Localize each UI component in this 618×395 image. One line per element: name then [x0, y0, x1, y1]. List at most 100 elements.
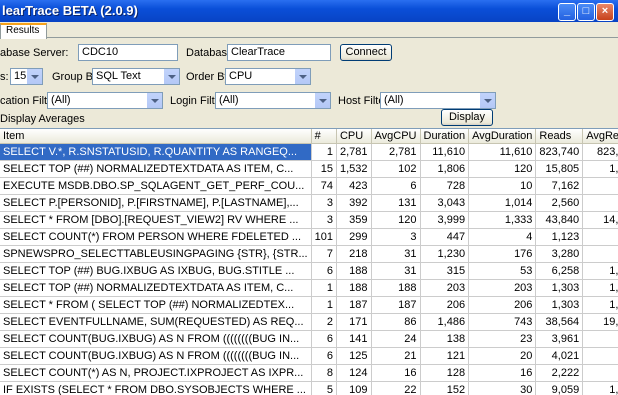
table-cell: 11,610	[420, 144, 469, 161]
table-cell-item: SELECT * FROM [DBO].[REQUEST_VIEW2] RV W…	[0, 212, 311, 229]
login-filter-value: (All)	[219, 94, 239, 106]
table-row[interactable]: SELECT TOP (##) NORMALIZEDTEXTDATA AS IT…	[0, 161, 618, 178]
app-filter-value: (All)	[51, 94, 71, 106]
table-cell: 16	[469, 365, 536, 382]
table-cell: 1,043	[583, 263, 618, 280]
table-cell: 1	[311, 280, 336, 297]
database-input[interactable]: ClearTrace	[227, 44, 331, 61]
table-cell: 1	[311, 144, 336, 161]
table-cell: 4	[469, 229, 536, 246]
maximize-icon[interactable]: □	[577, 3, 595, 21]
chevron-down-icon	[479, 93, 495, 108]
column-header[interactable]: CPU	[336, 129, 371, 144]
table-cell: 16	[371, 365, 420, 382]
server-input[interactable]: CDC10	[78, 44, 178, 61]
table-cell-item: SELECT * FROM ( SELECT TOP (##) NORMALIZ…	[0, 297, 311, 314]
table-cell: 86	[371, 314, 420, 331]
table-cell: 188	[371, 280, 420, 297]
table-cell: 38,564	[536, 314, 583, 331]
table-cell: 7,162	[536, 178, 583, 195]
display-averages-label[interactable]: Display Averages	[0, 113, 85, 125]
table-cell: 125	[336, 348, 371, 365]
column-header[interactable]: Item	[0, 129, 311, 144]
rows-select[interactable]: 15	[10, 68, 43, 85]
table-row[interactable]: SELECT COUNT(*) AS N, PROJECT.IXPROJECT …	[0, 365, 618, 382]
table-cell: 1,532	[336, 161, 371, 178]
chevron-down-icon	[26, 69, 42, 84]
table-row[interactable]: IF EXISTS (SELECT * FROM DBO.SYSOBJECTS …	[0, 382, 618, 395]
groupby-select[interactable]: SQL Text	[92, 68, 180, 85]
table-row[interactable]: SELECT EVENTFULLNAME, SUM(REQUESTED) AS …	[0, 314, 618, 331]
results-grid[interactable]: Item#CPUAvgCPUDurationAvgDurationReadsAv…	[0, 128, 618, 395]
column-header[interactable]: AvgDuration	[469, 129, 536, 144]
table-cell: 3,043	[420, 195, 469, 212]
table-cell: 3,280	[536, 246, 583, 263]
table-row[interactable]: SELECT P.[PERSONID], P.[FIRSTNAME], P.[L…	[0, 195, 618, 212]
table-cell: 15	[311, 161, 336, 178]
table-cell: 203	[420, 280, 469, 297]
table-cell: 2,781	[336, 144, 371, 161]
table-cell: 120	[469, 161, 536, 178]
login-filter-select[interactable]: (All)	[215, 92, 331, 109]
column-header[interactable]: Duration	[420, 129, 469, 144]
table-cell: 447	[420, 229, 469, 246]
table-cell: 74	[311, 178, 336, 195]
close-icon[interactable]: ×	[596, 3, 614, 21]
table-row[interactable]: SELECT TOP (##) NORMALIZEDTEXTDATA AS IT…	[0, 280, 618, 297]
table-cell: 6	[311, 263, 336, 280]
table-cell: 128	[420, 365, 469, 382]
table-row[interactable]: SELECT COUNT(BUG.IXBUG) AS N FROM ((((((…	[0, 348, 618, 365]
table-row[interactable]: EXECUTE MSDB.DBO.SP_SQLAGENT_GET_PERF_CO…	[0, 178, 618, 195]
table-cell: 10	[469, 178, 536, 195]
table-cell: 315	[420, 263, 469, 280]
tab-strip: Results	[0, 22, 618, 38]
table-cell: 743	[469, 314, 536, 331]
table-cell: 823,740	[536, 144, 583, 161]
table-cell: 21	[371, 348, 420, 365]
table-cell: 3	[311, 195, 336, 212]
table-cell: 206	[420, 297, 469, 314]
table-row[interactable]: SELECT * FROM ( SELECT TOP (##) NORMALIZ…	[0, 297, 618, 314]
column-header[interactable]: Reads	[536, 129, 583, 144]
table-cell: 1,303	[536, 297, 583, 314]
table-cell: 8	[311, 365, 336, 382]
app-filter-select[interactable]: (All)	[47, 92, 163, 109]
table-cell: 203	[469, 280, 536, 297]
column-header[interactable]: AvgCPU	[371, 129, 420, 144]
display-button[interactable]: Display	[441, 109, 493, 126]
table-cell: 1,333	[469, 212, 536, 229]
table-cell: 9,059	[536, 382, 583, 395]
table-cell-item: SELECT P.[PERSONID], P.[FIRSTNAME], P.[L…	[0, 195, 311, 212]
chevron-down-icon	[146, 93, 162, 108]
column-header[interactable]: AvgReads	[583, 129, 618, 144]
tab-results[interactable]: Results	[0, 23, 47, 39]
table-cell: 3,999	[420, 212, 469, 229]
table-cell: 728	[420, 178, 469, 195]
table-row[interactable]: SPNEWSPRO_SELECTTABLEUSINGPAGING {STR}, …	[0, 246, 618, 263]
table-cell: 19,282	[583, 314, 618, 331]
table-cell: 138	[420, 331, 469, 348]
table-cell: 2,222	[536, 365, 583, 382]
minimize-icon[interactable]: _	[558, 3, 576, 21]
table-cell-item: IF EXISTS (SELECT * FROM DBO.SYSOBJECTS …	[0, 382, 311, 395]
table-row[interactable]: SELECT COUNT(BUG.IXBUG) AS N FROM ((((((…	[0, 331, 618, 348]
orderby-select[interactable]: CPU	[225, 68, 311, 85]
groupby-select-value: SQL Text	[96, 70, 141, 82]
orderby-select-value: CPU	[229, 70, 252, 82]
host-filter-select[interactable]: (All)	[380, 92, 496, 109]
table-cell-item: SELECT COUNT(*) FROM PERSON WHERE FDELET…	[0, 229, 311, 246]
table-cell-item: SELECT TOP (##) NORMALIZEDTEXTDATA AS IT…	[0, 280, 311, 297]
table-row[interactable]: SELECT V.*, R.SNSTATUSID, R.QUANTITY AS …	[0, 144, 618, 161]
table-cell: 823,740	[583, 144, 618, 161]
table-cell: 124	[336, 365, 371, 382]
table-row[interactable]: SELECT TOP (##) BUG.IXBUG AS IXBUG, BUG.…	[0, 263, 618, 280]
table-cell: 31	[371, 246, 420, 263]
column-header[interactable]: #	[311, 129, 336, 144]
table-cell: 152	[420, 382, 469, 395]
table-cell: 6	[311, 348, 336, 365]
table-row[interactable]: SELECT COUNT(*) FROM PERSON WHERE FDELET…	[0, 229, 618, 246]
table-row[interactable]: SELECT * FROM [DBO].[REQUEST_VIEW2] RV W…	[0, 212, 618, 229]
table-cell: 24	[371, 331, 420, 348]
connect-button[interactable]: Connect	[340, 44, 392, 61]
table-cell-item: SELECT TOP (##) BUG.IXBUG AS IXBUG, BUG.…	[0, 263, 311, 280]
